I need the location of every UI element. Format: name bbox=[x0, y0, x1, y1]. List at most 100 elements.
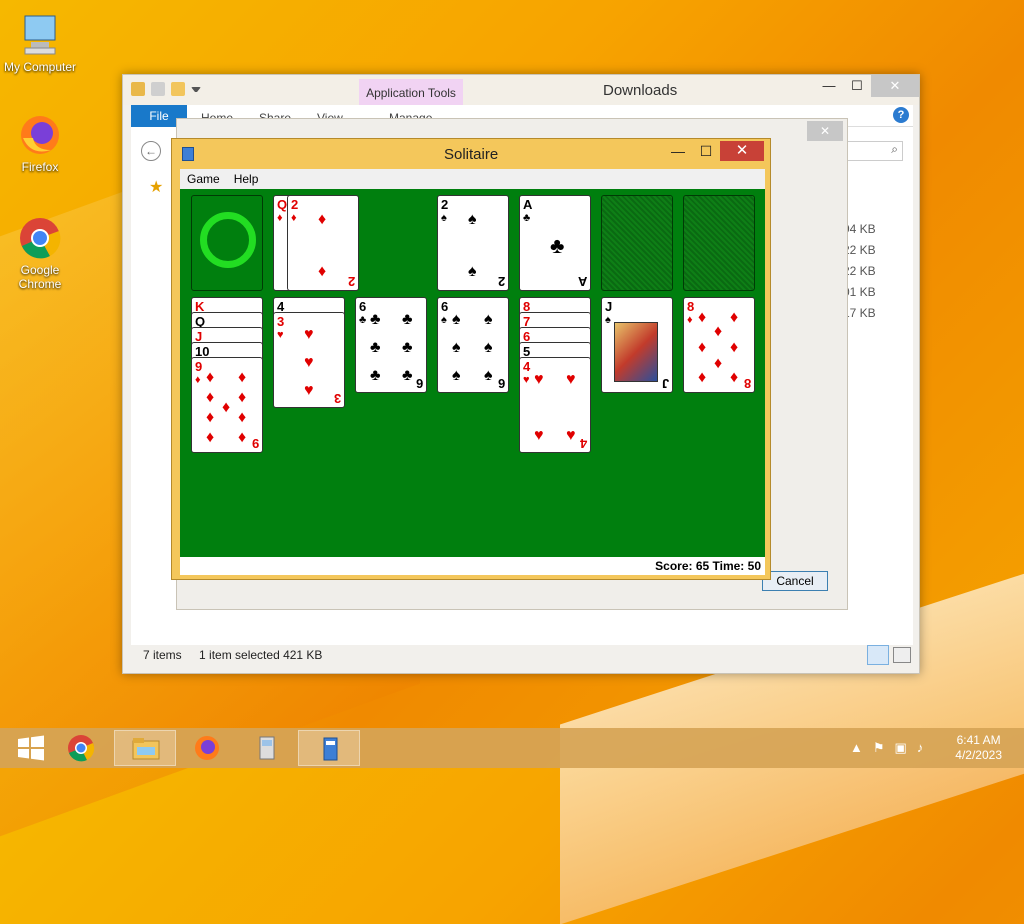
card-suit-icon: ♦ bbox=[277, 212, 283, 224]
tableau-card[interactable]: 3 ♥ ♥ ♥ ♥ 3 bbox=[273, 312, 345, 408]
chrome-icon bbox=[17, 215, 63, 261]
card-rank: 2 bbox=[347, 274, 355, 289]
details-view-icon[interactable] bbox=[867, 645, 889, 665]
desktop-icon-label: Firefox bbox=[21, 160, 59, 174]
card-pip-icon: ♥ bbox=[304, 326, 314, 343]
card-rank: J bbox=[605, 299, 613, 314]
chevron-down-icon[interactable] bbox=[191, 87, 201, 92]
item-count: 7 items bbox=[143, 648, 182, 662]
taskbar-chrome[interactable] bbox=[50, 730, 112, 766]
game-felt[interactable]: Q♦2♦♦♦22♠♠♠2A♣♣AK♦Q♣J♦10♠9♦♦♦♦♦♦♦♦♦♦94♠3… bbox=[180, 189, 765, 557]
taskbar-file-explorer[interactable] bbox=[114, 730, 176, 766]
score-status-bar: Score: 65 Time: 50 bbox=[180, 557, 765, 575]
card-rank: 2 bbox=[291, 197, 299, 212]
cancel-button[interactable]: Cancel bbox=[762, 571, 828, 591]
new-folder-icon[interactable] bbox=[171, 82, 185, 96]
card-pip-icon: ♠ bbox=[452, 339, 461, 356]
card-suit-icon: ♠ bbox=[441, 212, 447, 224]
card-pip-icon: ♦ bbox=[318, 211, 327, 228]
menu-game[interactable]: Game bbox=[180, 169, 227, 189]
taskbar-app[interactable] bbox=[236, 730, 298, 766]
desktop-icon-firefox[interactable]: Firefox bbox=[2, 112, 78, 174]
card-pip-icon: ♠ bbox=[484, 367, 493, 384]
card-rank: 9 bbox=[251, 436, 259, 451]
card-suit-icon: ♦ bbox=[687, 314, 693, 326]
card-suit-icon: ♣ bbox=[359, 314, 367, 326]
card-pip-icon: ♦ bbox=[730, 309, 739, 326]
tableau-card[interactable]: 6 ♣ ♣ ♣ ♣ ♣ ♣ ♣ 6 bbox=[355, 297, 427, 393]
close-button[interactable]: ✕ bbox=[720, 141, 764, 161]
desktop-icon-my-computer[interactable]: My Computer bbox=[2, 12, 78, 74]
tableau-card[interactable]: 4 ♥ ♥ ♥ ♥ ♥ 4 bbox=[519, 357, 591, 453]
menu-bar: Game Help bbox=[180, 169, 765, 189]
card-rank: 3 bbox=[277, 314, 285, 329]
card-rank: 6 bbox=[441, 299, 449, 314]
foundation-card[interactable]: 2 ♠ ♠ ♠ 2 bbox=[437, 195, 509, 291]
window-title: Downloads bbox=[603, 82, 678, 99]
search-icon[interactable]: ⌕ bbox=[843, 141, 903, 161]
minimize-button[interactable]: — bbox=[815, 75, 843, 97]
foundation-card[interactable]: A ♣ ♣ A bbox=[519, 195, 591, 291]
card-pip-icon: ♦ bbox=[714, 355, 723, 372]
minimize-button[interactable]: — bbox=[664, 141, 692, 161]
tableau-card[interactable]: 6 ♠ ♠ ♠ ♠ ♠ ♠ ♠ 6 bbox=[437, 297, 509, 393]
stock-pile[interactable] bbox=[191, 195, 263, 291]
folder-icon bbox=[132, 738, 160, 760]
card-pip-icon: ♠ bbox=[468, 263, 477, 280]
back-arrow-icon[interactable]: ← bbox=[141, 141, 161, 161]
network-icon[interactable]: ▣ bbox=[895, 740, 907, 756]
menu-help[interactable]: Help bbox=[227, 169, 266, 189]
card-pip-icon: ♦ bbox=[730, 339, 739, 356]
card-pip-icon: ♣ bbox=[370, 339, 381, 356]
close-button[interactable]: ✕ bbox=[807, 121, 843, 141]
card-rank: 2 bbox=[441, 197, 449, 212]
card-pip-icon: ♦ bbox=[206, 409, 215, 426]
tableau-card[interactable]: J ♠ J bbox=[601, 297, 673, 393]
card-rank: 8 bbox=[687, 299, 695, 314]
card-rank: A bbox=[523, 197, 533, 212]
card-pip-icon: ♠ bbox=[484, 339, 493, 356]
card-rank: 6 bbox=[415, 376, 423, 391]
tableau-card[interactable]: 8 ♦ ♦ ♦ ♦ ♦ ♦ ♦ ♦ ♦ 8 bbox=[683, 297, 755, 393]
card-pip-icon: ♦ bbox=[206, 369, 215, 386]
windows-logo-icon bbox=[18, 735, 44, 761]
card-pip-icon: ♥ bbox=[304, 354, 314, 371]
card-pip-icon: ♦ bbox=[730, 369, 739, 386]
tab-application-tools[interactable]: Application Tools bbox=[359, 79, 463, 107]
card-pip-icon: ♦ bbox=[318, 263, 327, 280]
close-button[interactable]: ✕ bbox=[871, 75, 919, 97]
card-pip-icon: ♥ bbox=[534, 371, 544, 388]
action-center-flag-icon[interactable]: ⚑ bbox=[873, 740, 885, 756]
card-pip-icon: ♣ bbox=[370, 367, 381, 384]
status-bar: 7 items 1 item selected 421 KB bbox=[143, 648, 336, 662]
card-pip-icon: ♥ bbox=[534, 427, 544, 444]
solitaire-window: Solitaire — ☐ ✕ Game Help Q ♦ 2 ♦ ♦ ♦ 2 2 ♠ ♠ ♠ 2 A ♣… bbox=[171, 138, 771, 580]
tableau-card[interactable]: 9 ♦ ♦ ♦ ♦ ♦ ♦ ♦ ♦ ♦ ♦ 9 bbox=[191, 357, 263, 453]
large-icons-view-icon[interactable] bbox=[893, 647, 911, 663]
favorites-star-icon[interactable]: ★ bbox=[149, 177, 163, 197]
selection-info: 1 item selected 421 KB bbox=[199, 648, 323, 662]
window-controls: — ☐ ✕ bbox=[664, 141, 764, 161]
taskbar-firefox[interactable] bbox=[176, 730, 238, 766]
chevron-up-icon[interactable]: ▲ bbox=[850, 740, 863, 756]
maximize-button[interactable]: ☐ bbox=[843, 75, 871, 97]
card-pip-icon: ♥ bbox=[304, 382, 314, 399]
system-clock[interactable]: 6:41 AM 4/2/2023 bbox=[955, 733, 1002, 763]
card-pip-icon: ♥ bbox=[566, 371, 576, 388]
speaker-muted-icon[interactable]: ♪ bbox=[917, 740, 924, 756]
card-pip-icon: ♦ bbox=[238, 389, 247, 406]
properties-icon[interactable] bbox=[151, 82, 165, 96]
card-pip-icon: ♦ bbox=[714, 323, 723, 340]
firefox-icon bbox=[17, 112, 63, 158]
foundation-slot[interactable] bbox=[683, 195, 755, 291]
desktop-icon-google-chrome[interactable]: Google Chrome bbox=[2, 215, 78, 291]
maximize-button[interactable]: ☐ bbox=[692, 141, 720, 161]
taskbar-solitaire[interactable] bbox=[298, 730, 360, 766]
clock-date: 4/2/2023 bbox=[955, 748, 1002, 762]
card-rank: 4 bbox=[523, 359, 531, 374]
foundation-slot[interactable] bbox=[601, 195, 673, 291]
card-rank: 6 bbox=[359, 299, 367, 314]
folder-icon[interactable] bbox=[131, 82, 145, 96]
help-icon[interactable]: ? bbox=[893, 107, 909, 123]
card-pip-icon: ♠ bbox=[452, 311, 461, 328]
